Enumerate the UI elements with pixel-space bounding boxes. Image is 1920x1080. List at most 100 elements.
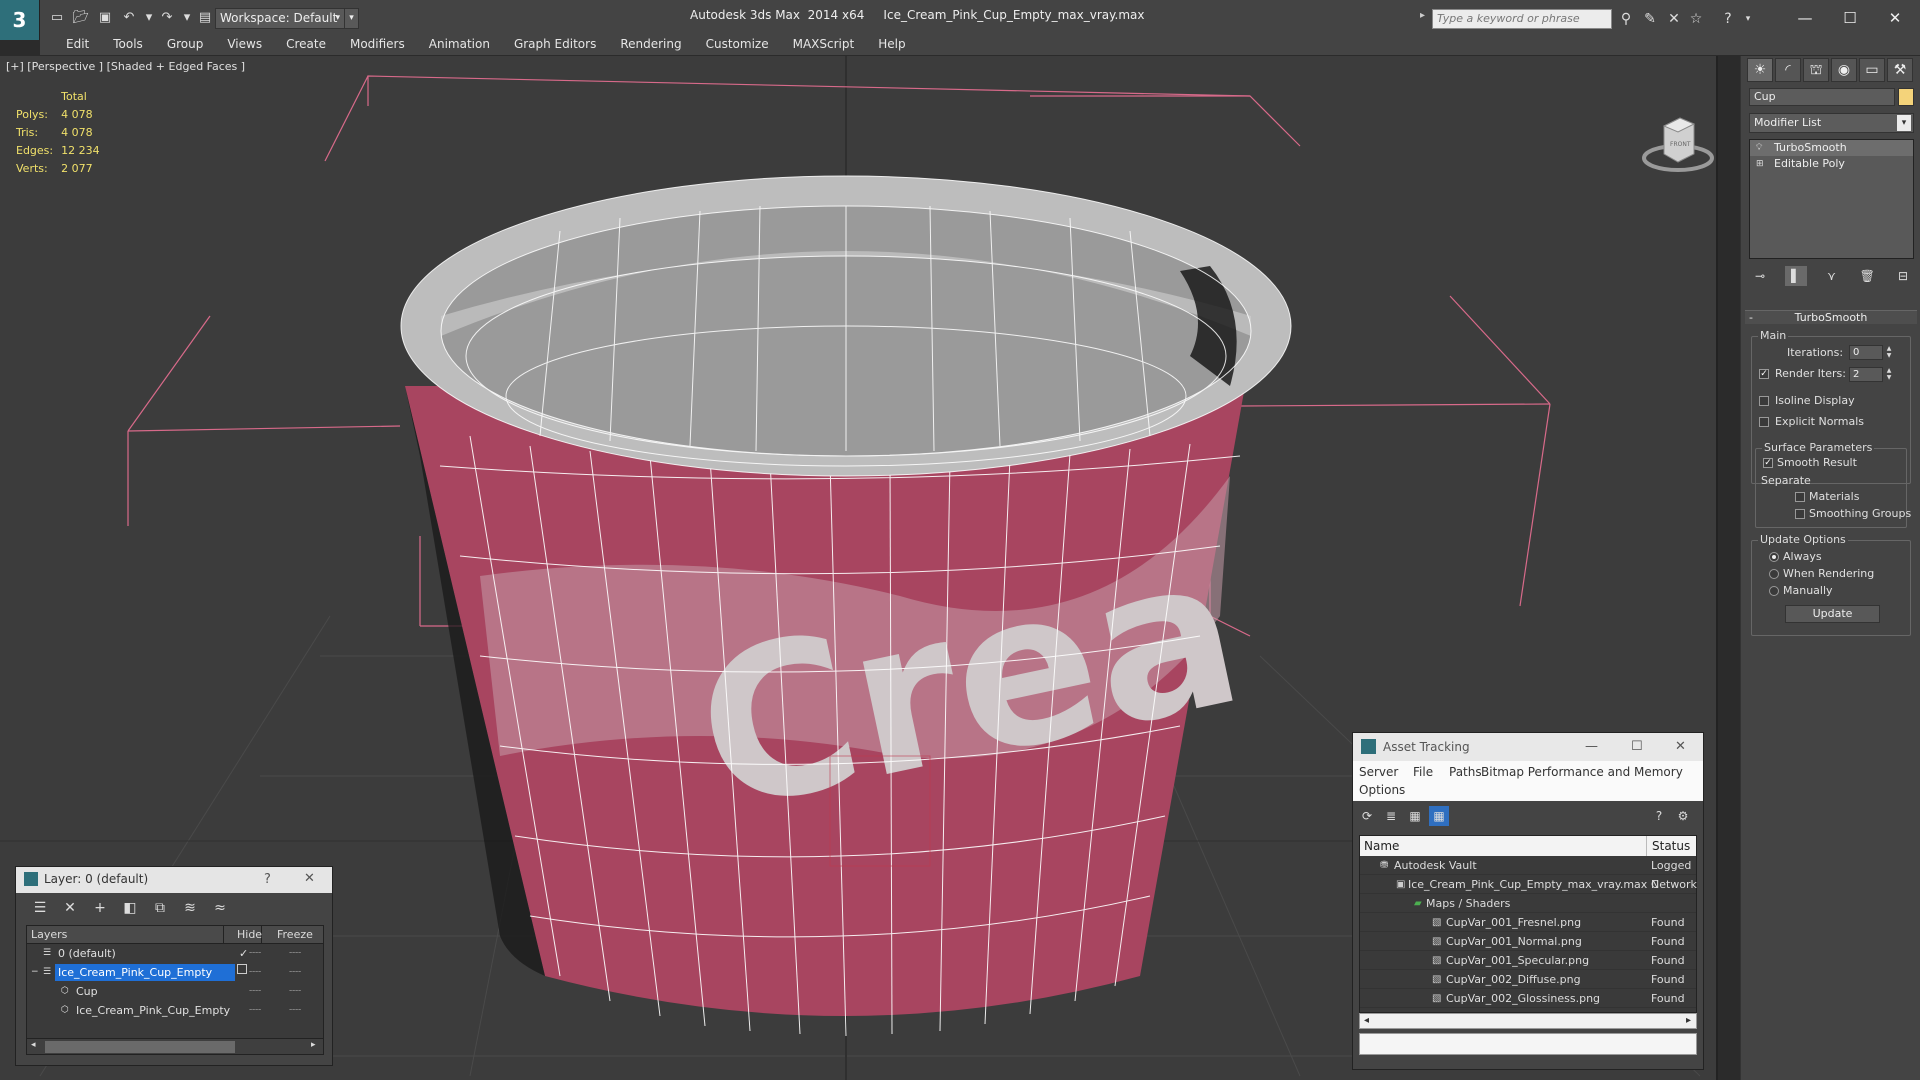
object-name-input[interactable]: Cup <box>1749 88 1895 106</box>
utilities-tab-icon[interactable]: ⚒ <box>1887 58 1913 82</box>
manually-radio[interactable] <box>1769 586 1779 596</box>
viewport-label[interactable]: [+] [Perspective ] [Shaded + Edged Faces… <box>6 60 245 73</box>
refresh-icon[interactable]: ⟳ <box>1357 806 1377 826</box>
asset-close-button[interactable]: ✕ <box>1675 739 1686 754</box>
maximize-button[interactable]: ☐ <box>1830 6 1870 30</box>
thumbnail-view-icon[interactable]: ▦ <box>1405 806 1425 826</box>
favorites-star-icon[interactable]: ☆ <box>1686 10 1706 28</box>
asset-maximize-button[interactable]: ☐ <box>1631 739 1643 754</box>
redo-icon[interactable]: ↷ <box>158 10 176 26</box>
asset-row[interactable]: ▧ CupVar_002_Diffuse.png Found <box>1360 970 1696 989</box>
help-dropdown-icon[interactable]: ▾ <box>1738 10 1758 28</box>
layer-close-button[interactable]: ✕ <box>304 871 315 886</box>
render-iters-checkbox[interactable]: ✓ <box>1759 369 1769 379</box>
object-color-swatch[interactable] <box>1898 88 1914 106</box>
app-logo-button[interactable]: 3 <box>0 0 40 40</box>
workspace-selector[interactable]: Workspace: Default ▾ <box>215 8 345 29</box>
menu-customize[interactable]: Customize <box>694 34 781 54</box>
asset-menu-bitmap-performance[interactable]: Bitmap Performance and Memory <box>1481 765 1683 779</box>
undo-dropdown-icon[interactable]: ▾ <box>140 10 158 26</box>
communication-icon[interactable]: ✕ <box>1664 10 1684 28</box>
hierarchy-tab-icon[interactable]: ⛫ <box>1803 58 1829 82</box>
menu-help[interactable]: Help <box>866 34 917 54</box>
list-view-icon[interactable]: ≣ <box>1381 806 1401 826</box>
isoline-display-checkbox[interactable] <box>1759 396 1769 406</box>
asset-tracking-titlebar[interactable]: Asset Tracking — ☐ ✕ <box>1353 733 1703 761</box>
select-objects-icon[interactable]: ◧ <box>118 897 142 919</box>
menu-animation[interactable]: Animation <box>417 34 502 54</box>
subscription-icon[interactable]: ✎ <box>1640 10 1660 28</box>
hide-column-header[interactable]: Hide <box>237 928 262 941</box>
asset-row[interactable]: ▧ CupVar_001_Fresnel.png Found <box>1360 913 1696 932</box>
spinner-arrows-icon[interactable]: ▲ ▼ <box>1885 367 1893 382</box>
collapse-minus-icon[interactable]: − <box>31 963 39 982</box>
add-to-layer-icon[interactable]: + <box>88 897 112 919</box>
search-expand-icon[interactable]: ▸ <box>1420 10 1425 21</box>
open-file-icon[interactable]: 📂︎ <box>72 10 90 26</box>
scrollbar-thumb[interactable] <box>45 1041 235 1053</box>
new-file-icon[interactable]: ▭ <box>48 10 66 26</box>
expand-plus-icon[interactable]: ⊞ <box>1756 156 1764 172</box>
layer-horizontal-scrollbar[interactable]: ◂ ▸ <box>27 1038 323 1054</box>
freeze-all-layers-icon[interactable]: ≈ <box>208 897 232 919</box>
layer-row[interactable]: ☰ 0 (default) ✓ ╌╌ ╌╌ <box>27 944 323 963</box>
menu-rendering[interactable]: Rendering <box>608 34 693 54</box>
table-view-icon[interactable]: ▦ <box>1429 806 1449 826</box>
stack-item-editable-poly[interactable]: ⊞ Editable Poly <box>1750 156 1913 172</box>
layer-dialog-titlebar[interactable]: Layer: 0 (default) ? ✕ <box>16 867 332 893</box>
name-column-header[interactable]: Name <box>1364 839 1399 853</box>
asset-minimize-button[interactable]: — <box>1585 739 1598 754</box>
project-folder-icon[interactable]: ▤ <box>196 10 214 26</box>
menu-maxscript[interactable]: MAXScript <box>781 34 867 54</box>
close-button[interactable]: ✕ <box>1875 6 1915 30</box>
delete-layer-icon[interactable]: ✕ <box>58 897 82 919</box>
menu-tools[interactable]: Tools <box>101 34 155 54</box>
menu-create[interactable]: Create <box>274 34 338 54</box>
update-button[interactable]: Update <box>1785 605 1880 623</box>
search-input[interactable]: Type a keyword or phrase <box>1432 9 1612 29</box>
binoculars-icon[interactable]: ⚲ <box>1616 10 1636 28</box>
set-current-layer-box[interactable] <box>237 964 247 974</box>
spinner-arrows-icon[interactable]: ▲ ▼ <box>1885 345 1893 360</box>
asset-horizontal-scrollbar[interactable]: ◂ ▸ <box>1359 1013 1697 1029</box>
pin-stack-icon[interactable]: ⊸ <box>1749 266 1771 286</box>
asset-help-icon[interactable]: ? <box>1649 806 1669 826</box>
active-layer-check-icon[interactable]: ✓ <box>239 944 248 963</box>
scroll-left-icon[interactable]: ◂ <box>31 1040 36 1050</box>
scroll-right-icon[interactable]: ▸ <box>311 1040 316 1050</box>
menu-edit[interactable]: Edit <box>54 34 101 54</box>
layer-help-button[interactable]: ? <box>264 872 271 887</box>
help-icon[interactable]: ? <box>1718 10 1738 28</box>
menu-graph-editors[interactable]: Graph Editors <box>502 34 608 54</box>
asset-menu-options[interactable]: Options <box>1359 783 1405 797</box>
highlight-layer-icon[interactable]: ⧉ <box>148 897 172 919</box>
menu-views[interactable]: Views <box>215 34 274 54</box>
asset-row[interactable]: ▧ CupVar_001_Specular.png Found <box>1360 951 1696 970</box>
remove-modifier-icon[interactable]: 🗑︎ <box>1856 266 1878 286</box>
stack-item-turbosmooth[interactable]: 💡︎ TurboSmooth <box>1750 140 1913 156</box>
asset-settings-icon[interactable]: ⚙ <box>1673 806 1693 826</box>
asset-menu-file[interactable]: File <box>1413 765 1433 779</box>
turbosmooth-rollout-header[interactable]: - TurboSmooth <box>1745 310 1917 324</box>
smooth-result-checkbox[interactable]: ✓ <box>1763 458 1773 468</box>
smoothing-groups-checkbox[interactable] <box>1795 509 1805 519</box>
explicit-normals-checkbox[interactable] <box>1759 417 1769 427</box>
quick-access-dropdown[interactable]: ▾ <box>344 8 359 29</box>
motion-tab-icon[interactable]: ◉ <box>1831 58 1857 82</box>
modify-tab-icon[interactable]: ◜ <box>1775 58 1801 82</box>
modifier-list-dropdown[interactable]: Modifier List ▾ <box>1749 113 1914 133</box>
lightbulb-icon[interactable]: 💡︎ <box>1756 140 1762 156</box>
redo-dropdown-icon[interactable]: ▾ <box>178 10 196 26</box>
scroll-right-icon[interactable]: ▸ <box>1686 1015 1691 1026</box>
create-tab-sun-icon[interactable]: ☀ <box>1747 58 1773 82</box>
iterations-spinner[interactable]: 0 <box>1849 345 1883 360</box>
menu-modifiers[interactable]: Modifiers <box>338 34 417 54</box>
always-radio[interactable] <box>1769 552 1779 562</box>
viewcube[interactable]: FRONT <box>1640 86 1716 176</box>
materials-checkbox[interactable] <box>1795 492 1805 502</box>
asset-menu-server[interactable]: Server <box>1359 765 1398 779</box>
make-unique-icon[interactable]: ⋎ <box>1821 266 1843 286</box>
hide-all-layers-icon[interactable]: ≋ <box>178 897 202 919</box>
display-tab-icon[interactable]: ▭ <box>1859 58 1885 82</box>
undo-icon[interactable]: ↶ <box>120 10 138 26</box>
